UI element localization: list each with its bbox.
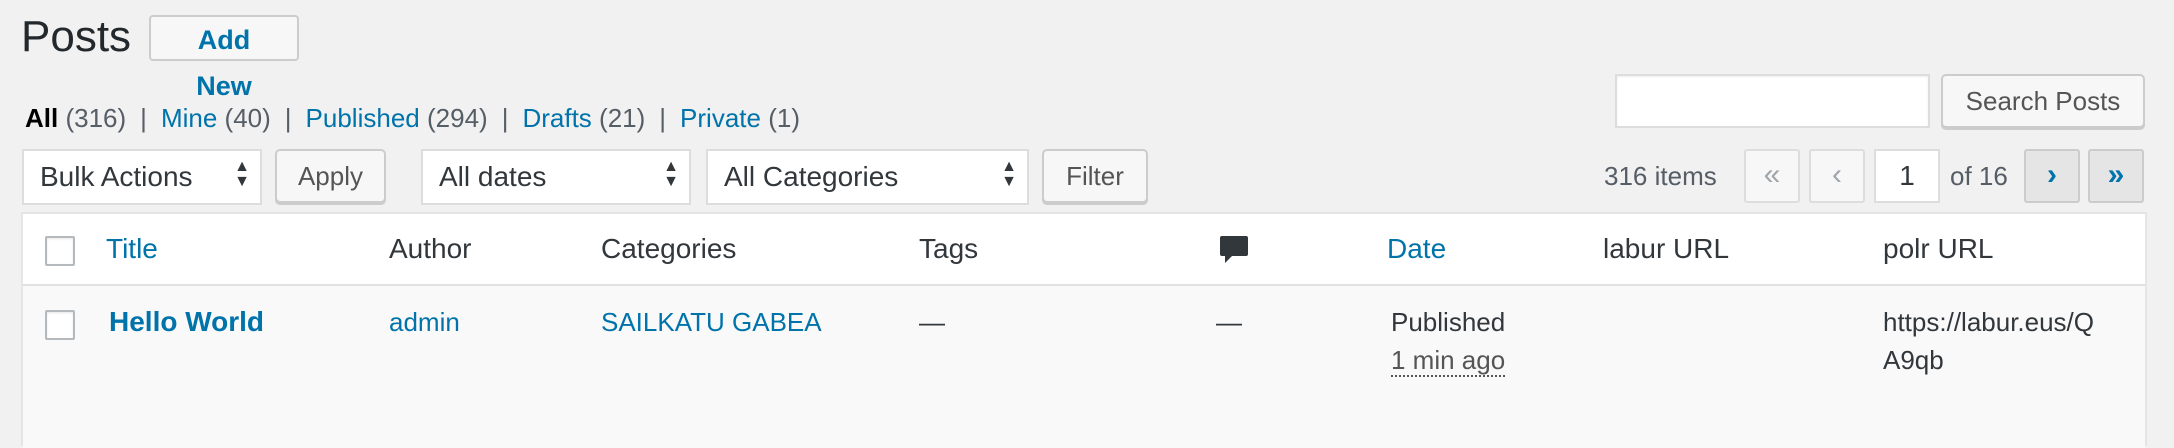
current-page-input[interactable]: 1 (1874, 149, 1940, 203)
category-filter-value: All Categories (724, 161, 899, 192)
filter-button[interactable]: Filter (1042, 149, 1148, 203)
post-title-link[interactable]: Hello World (109, 304, 264, 340)
post-comments: — (1216, 307, 1242, 337)
post-author-link[interactable]: admin (389, 304, 460, 340)
comment-bubble-icon (1219, 234, 1249, 274)
posts-table: Title Author Categories Tags Date labur … (21, 212, 2147, 448)
post-status-views: All (316) | Mine (40) | Published (294) | Draf… (25, 100, 800, 136)
view-all[interactable]: All (316) (25, 103, 126, 133)
last-page-button[interactable]: » (2088, 149, 2144, 203)
add-new-button[interactable]: Add New (149, 15, 299, 101)
bulk-actions-select[interactable]: Bulk Actions ▲ ▼ (22, 149, 262, 205)
select-arrows-icon: ▲ ▼ (663, 158, 679, 190)
view-private[interactable]: Private (1) (680, 103, 800, 133)
first-page-button: « (1744, 149, 1800, 203)
date-filter-select[interactable]: All dates ▲ ▼ (421, 149, 691, 205)
column-tags: Tags (919, 233, 979, 264)
views-separator: | (659, 103, 667, 133)
search-input[interactable] (1615, 74, 1930, 128)
comment-bubble-icon-svg (1220, 236, 1248, 263)
select-all-checkbox[interactable] (45, 236, 75, 266)
column-categories: Categories (601, 233, 737, 264)
next-page-button[interactable]: › (2024, 149, 2080, 203)
column-labur-url: labur URL (1603, 233, 1730, 264)
view-published[interactable]: Published (294) (306, 103, 488, 133)
category-filter-select[interactable]: All Categories ▲ ▼ (706, 149, 1029, 205)
items-count: 316 items (1604, 161, 1717, 191)
prev-page-button: ‹ (1809, 149, 1865, 203)
date-filter-value: All dates (439, 161, 547, 192)
views-separator: | (140, 103, 147, 133)
post-date-status: Published (1391, 307, 1506, 337)
bulk-actions-value: Bulk Actions (40, 161, 193, 192)
column-title[interactable]: Title (106, 232, 158, 266)
apply-button[interactable]: Apply (275, 149, 386, 203)
total-pages: of 16 (1950, 161, 2008, 191)
select-arrows-icon: ▲ ▼ (234, 158, 250, 190)
column-author: Author (389, 233, 472, 264)
post-date-ago: 1 min ago (1391, 345, 1506, 377)
page-title: Posts (21, 12, 132, 61)
row-checkbox[interactable] (45, 310, 75, 340)
view-drafts[interactable]: Drafts (21) (522, 103, 645, 133)
views-separator: | (284, 103, 292, 133)
column-polr-url: polr URL (1883, 233, 1994, 264)
search-posts-button[interactable]: Search Posts (1941, 74, 2145, 128)
post-tags: — (919, 307, 945, 337)
views-separator: | (501, 103, 509, 133)
post-polr-url-line1: https://labur.eus/Q (1883, 307, 2095, 337)
table-row: Hello World admin SAILKATU GABEA — — Pub… (23, 286, 2145, 448)
view-mine[interactable]: Mine (40) (161, 103, 271, 133)
post-polr-url-line2: A9qb (1883, 345, 1944, 375)
table-header: Title Author Categories Tags Date labur … (23, 214, 2145, 286)
post-category-link[interactable]: SAILKATU GABEA (601, 304, 822, 340)
column-date[interactable]: Date (1387, 232, 1446, 266)
select-arrows-icon: ▲ ▼ (1001, 158, 1017, 190)
